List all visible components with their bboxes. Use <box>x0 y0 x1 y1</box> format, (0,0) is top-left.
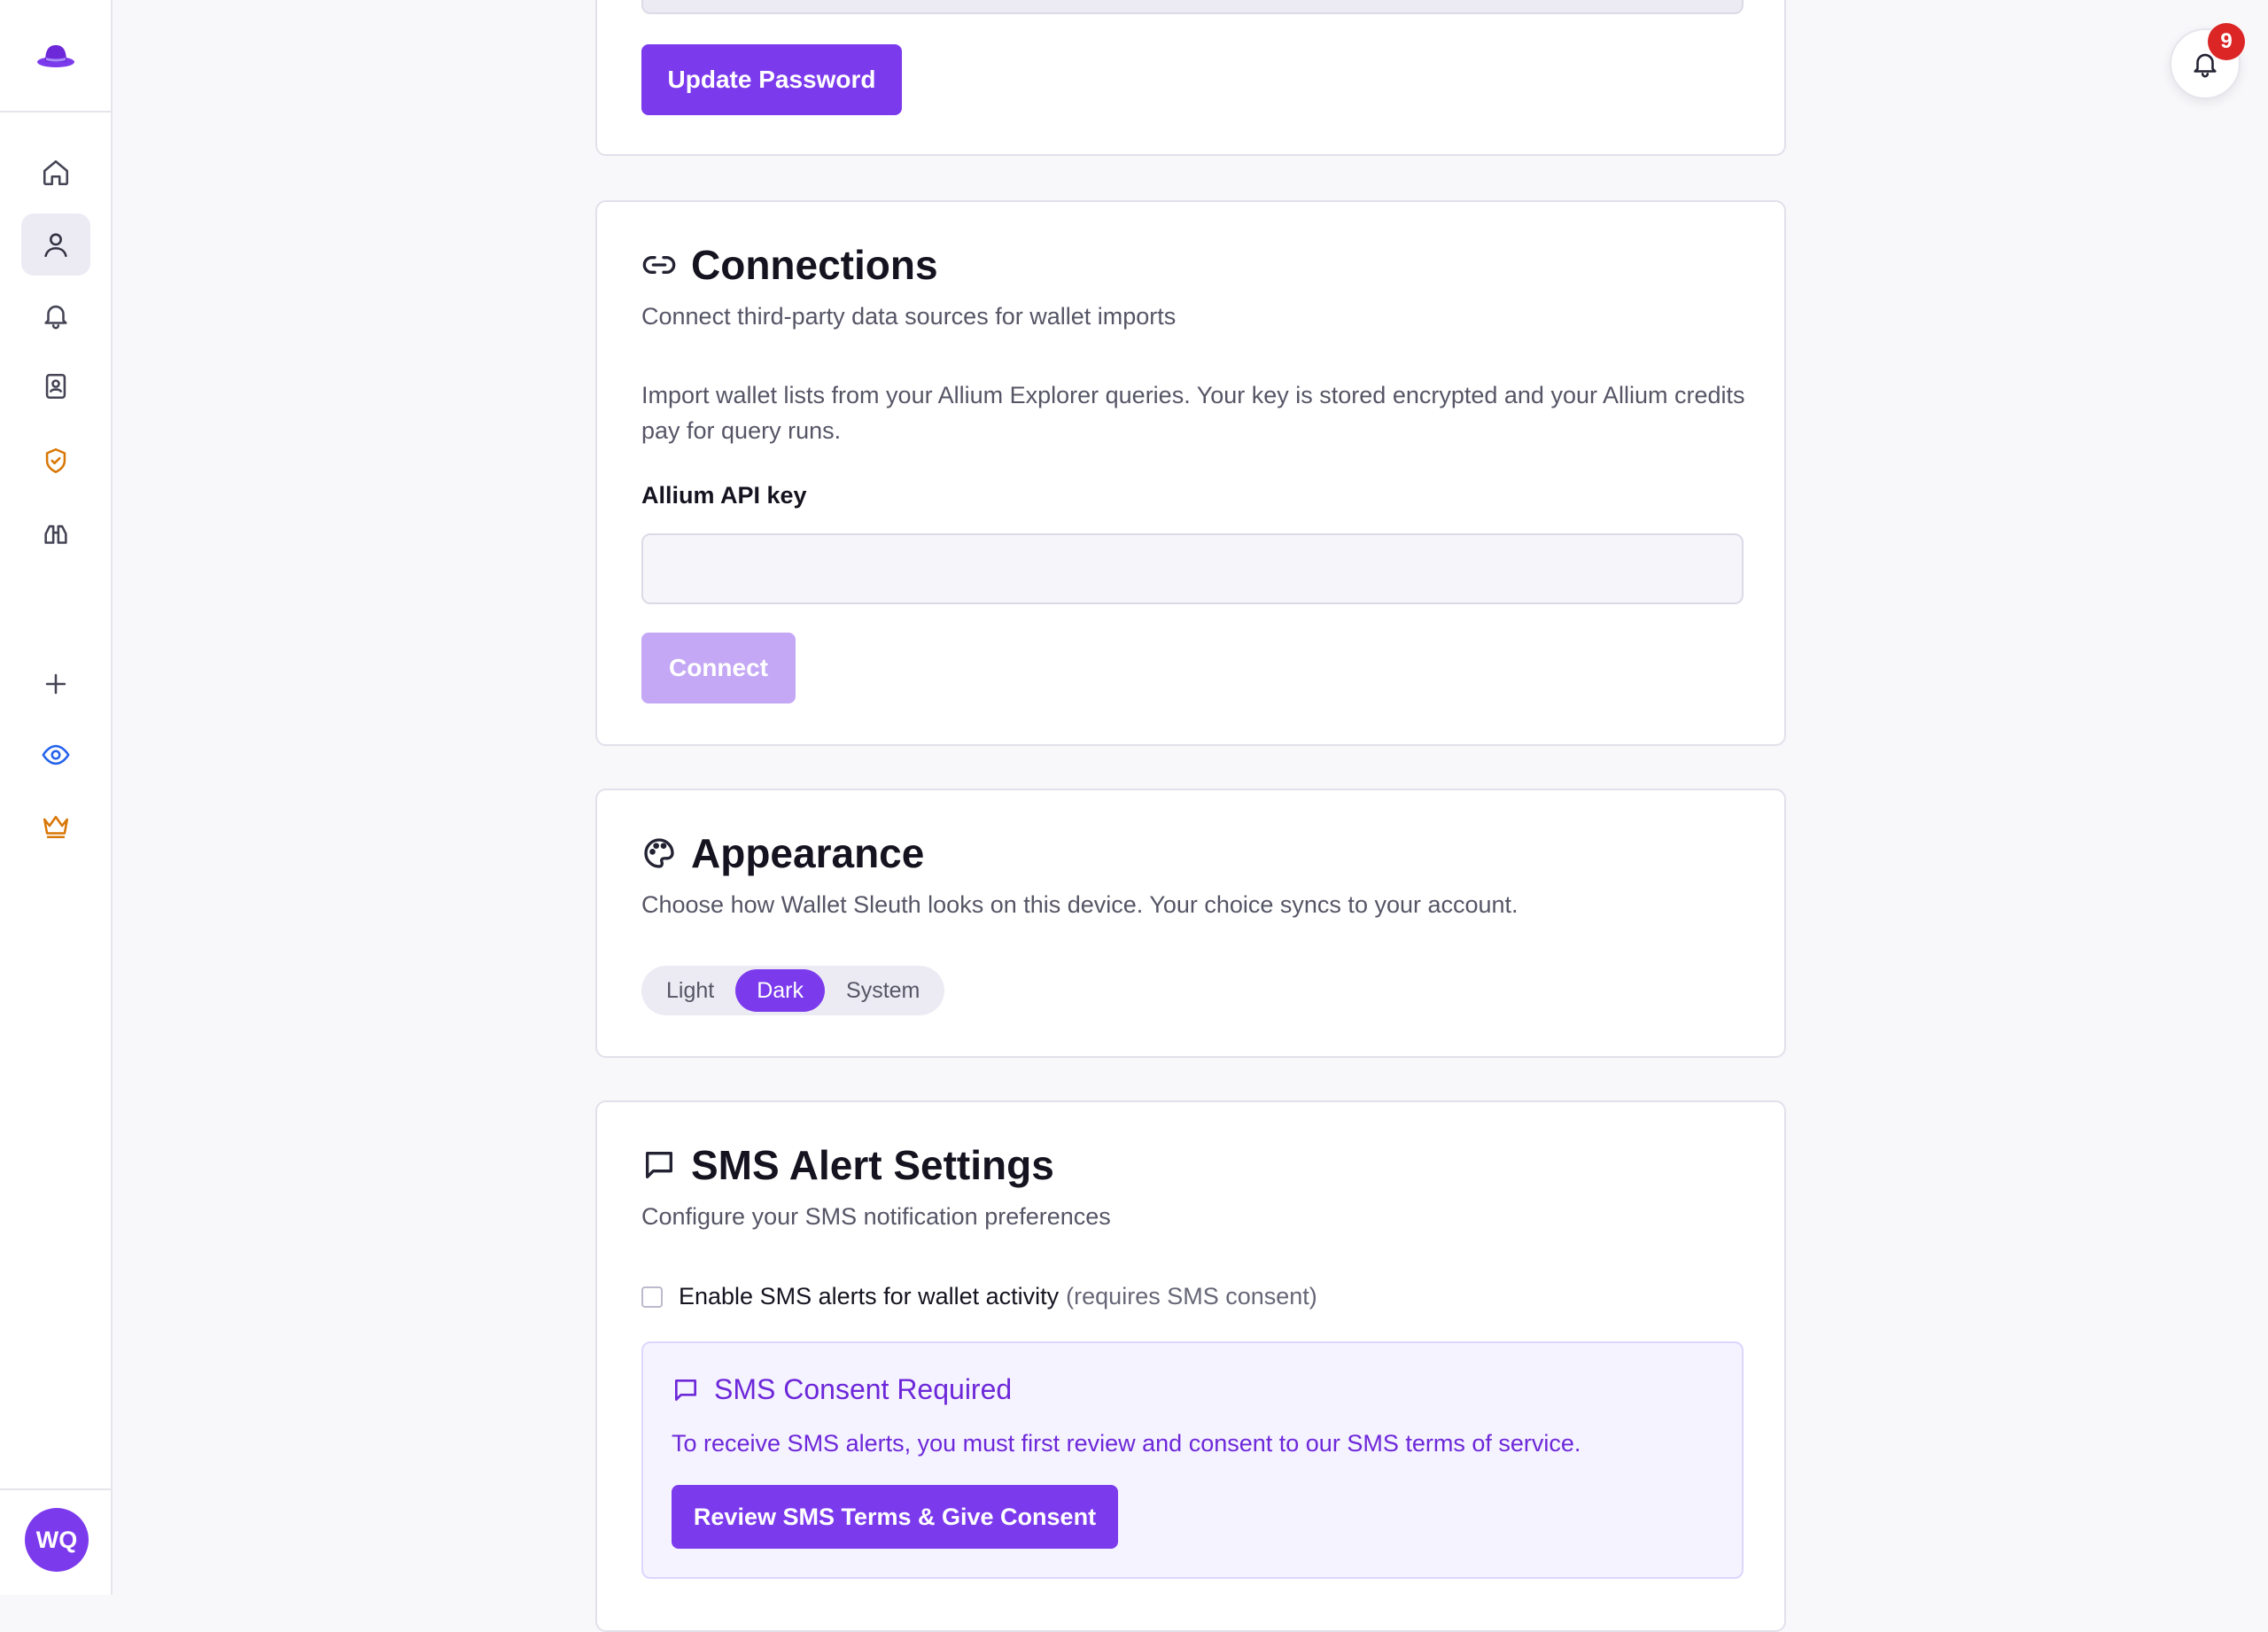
connect-button[interactable]: Connect <box>641 633 796 703</box>
sms-card: SMS Alert Settings Configure your SMS no… <box>595 1100 1786 1632</box>
sms-enable-checkbox[interactable] <box>641 1286 663 1308</box>
connections-title: Connections <box>691 242 938 288</box>
crown-icon <box>43 815 69 839</box>
appearance-title: Appearance <box>691 830 925 876</box>
sms-subtitle: Configure your SMS notification preferen… <box>641 1203 1111 1230</box>
sidebar-item-watchlist[interactable] <box>21 724 90 786</box>
password-field[interactable] <box>641 0 1744 14</box>
binoculars-icon <box>44 525 67 544</box>
sidebar-item-security[interactable] <box>21 430 90 492</box>
sidebar-item-premium[interactable] <box>21 795 90 857</box>
shield-check-icon <box>45 447 66 474</box>
hat-logo-icon <box>36 44 74 67</box>
review-sms-terms-button[interactable]: Review SMS Terms & Give Consent <box>672 1485 1118 1549</box>
update-password-button[interactable]: Update Password <box>641 44 902 115</box>
message-icon <box>646 1152 672 1178</box>
theme-option-system[interactable]: System <box>825 969 941 1012</box>
sidebar: WQ <box>0 0 113 1595</box>
sms-consent-box: SMS Consent Required To receive SMS aler… <box>641 1341 1744 1579</box>
theme-option-light[interactable]: Light <box>645 969 735 1012</box>
sms-consent-text: To receive SMS alerts, you must first re… <box>672 1430 1581 1457</box>
sms-consent-heading: SMS Consent Required <box>672 1373 1012 1406</box>
plus-icon <box>45 673 66 695</box>
sidebar-item-alerts[interactable] <box>21 284 90 346</box>
sms-enable-label[interactable]: Enable SMS alerts for wallet activity <box>679 1283 1059 1310</box>
sms-consent-title: SMS Consent Required <box>714 1373 1013 1405</box>
connections-description: Import wallet lists from your Allium Exp… <box>641 382 1745 444</box>
sidebar-item-watch[interactable] <box>21 504 90 566</box>
link-icon <box>642 256 676 274</box>
theme-option-dark[interactable]: Dark <box>735 969 826 1012</box>
logo[interactable] <box>0 0 111 113</box>
eye-icon <box>42 744 70 765</box>
sms-title: SMS Alert Settings <box>691 1142 1054 1188</box>
allium-api-key-input[interactable] <box>641 533 1744 604</box>
password-card: Update Password <box>595 0 1786 156</box>
sidebar-item-add[interactable] <box>21 653 90 715</box>
notification-count-badge: 9 <box>2208 23 2245 60</box>
sidebar-item-home[interactable] <box>21 142 90 204</box>
connections-heading: Connections <box>641 241 938 289</box>
sidebar-footer: WQ <box>0 1488 111 1595</box>
sms-consent-note: (requires SMS consent) <box>1066 1283 1317 1309</box>
sidebar-item-profile[interactable] <box>21 214 90 276</box>
theme-selector: Light Dark System <box>641 966 945 1015</box>
sidebar-item-contacts[interactable] <box>21 355 90 417</box>
home-icon <box>43 159 69 186</box>
connections-card: Connections Connect third-party data sou… <box>595 200 1786 746</box>
avatar[interactable]: WQ <box>25 1508 89 1572</box>
appearance-heading: Appearance <box>641 829 924 877</box>
allium-api-key-label: Allium API key <box>641 482 807 509</box>
sms-heading: SMS Alert Settings <box>641 1141 1054 1189</box>
palette-icon <box>644 838 674 868</box>
bell-icon <box>44 305 67 330</box>
contact-book-icon <box>45 373 66 400</box>
appearance-subtitle: Choose how Wallet Sleuth looks on this d… <box>641 891 1518 918</box>
message-icon <box>675 1379 696 1401</box>
user-icon <box>44 233 67 258</box>
sms-enable-row: Enable SMS alerts for wallet activity (r… <box>641 1283 1317 1310</box>
appearance-card: Appearance Choose how Wallet Sleuth look… <box>595 789 1786 1058</box>
connections-subtitle: Connect third-party data sources for wal… <box>641 303 1177 330</box>
